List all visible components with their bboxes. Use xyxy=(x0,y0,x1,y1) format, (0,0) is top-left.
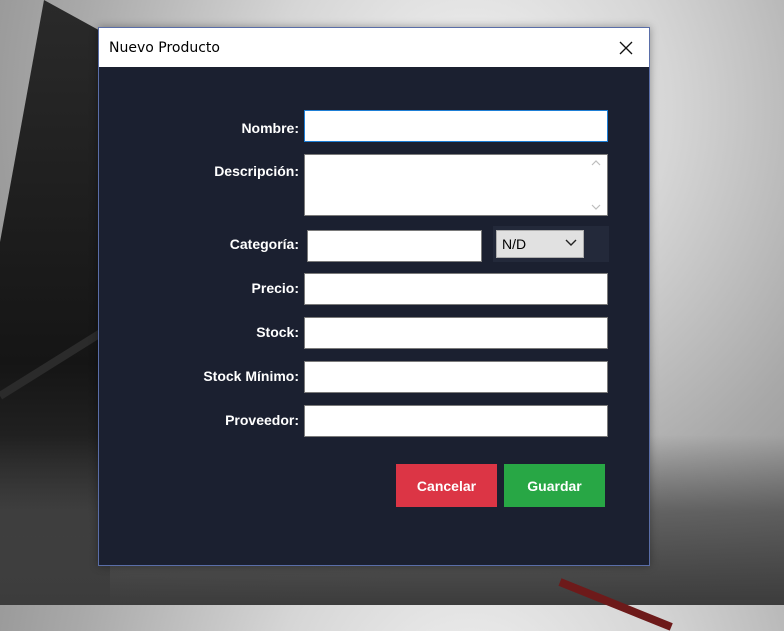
categoria-select[interactable]: N/D xyxy=(496,230,584,258)
cancel-button[interactable]: Cancelar xyxy=(396,464,497,507)
chevron-down-icon xyxy=(565,239,577,246)
title-bar: Nuevo Producto xyxy=(99,28,649,67)
save-button[interactable]: Guardar xyxy=(504,464,605,507)
chevron-down-icon xyxy=(591,204,601,210)
descripcion-field[interactable] xyxy=(304,154,608,216)
categoria-field[interactable] xyxy=(307,230,482,262)
descripcion-scrollbar[interactable] xyxy=(587,156,605,214)
close-icon xyxy=(619,41,633,54)
categoria-label: Categoría: xyxy=(229,236,299,252)
chevron-up-icon xyxy=(591,160,601,166)
window-title: Nuevo Producto xyxy=(109,39,220,56)
proveedor-field[interactable] xyxy=(304,405,608,437)
proveedor-label: Proveedor: xyxy=(225,412,299,428)
nombre-field[interactable] xyxy=(304,110,608,142)
stock-minimo-label: Stock Mínimo: xyxy=(203,368,299,384)
nuevo-producto-dialog: Nuevo Producto Nombre: Descripción: Cate… xyxy=(98,27,650,566)
precio-label: Precio: xyxy=(251,280,299,296)
stock-field[interactable] xyxy=(304,317,608,349)
stock-minimo-field[interactable] xyxy=(304,361,608,393)
nombre-label: Nombre: xyxy=(241,120,299,136)
descripcion-label: Descripción: xyxy=(214,163,299,179)
categoria-select-value: N/D xyxy=(502,236,527,252)
stock-label: Stock: xyxy=(256,324,299,340)
precio-field[interactable] xyxy=(304,273,608,305)
close-button[interactable] xyxy=(603,28,649,67)
